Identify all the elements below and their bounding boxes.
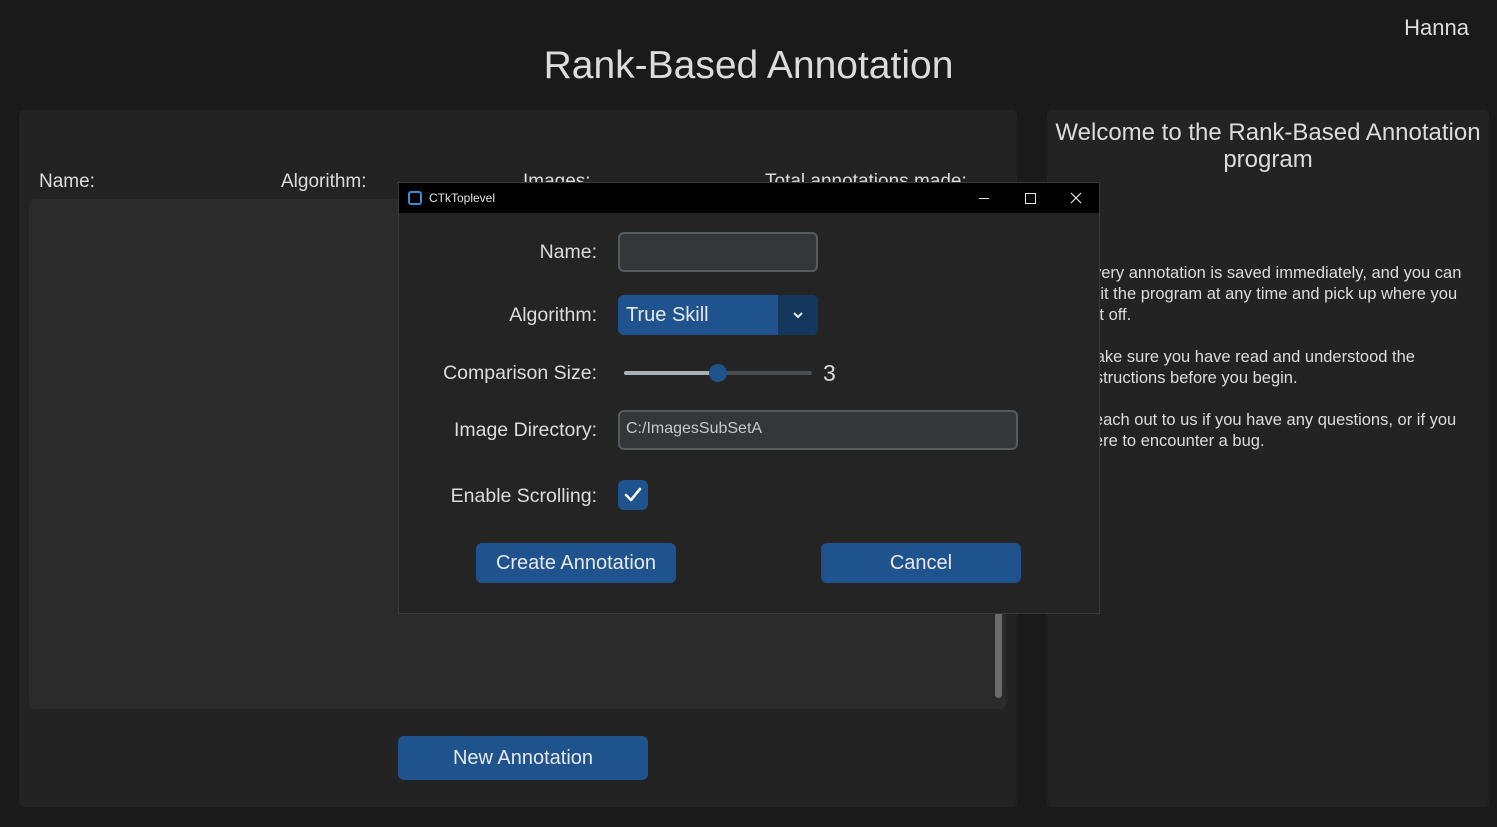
cancel-button[interactable]: Cancel (821, 543, 1021, 583)
comparison-size-slider[interactable] (624, 364, 812, 382)
chevron-down-icon[interactable] (778, 295, 818, 335)
column-header-name: Name: (39, 171, 95, 192)
welcome-title: Welcome to the Rank-Based Annotation pro… (1055, 119, 1481, 173)
info-paragraph: Reach out to us if you have any question… (1082, 411, 1457, 450)
maximize-icon[interactable] (1007, 183, 1053, 213)
new-annotation-button[interactable]: New Annotation (398, 736, 648, 780)
info-paragraph: Every annotation is saved immediately, a… (1082, 264, 1462, 324)
checkmark-icon (624, 487, 642, 502)
image-directory-label: Image Directory: (453, 419, 597, 441)
slider-handle[interactable] (709, 364, 727, 382)
dialog-window-title: CTkToplevel (429, 191, 496, 205)
enable-scrolling-label: Enable Scrolling: (450, 485, 597, 507)
algorithm-dropdown[interactable]: True Skill (618, 295, 818, 335)
app-window: Hanna Rank-Based Annotation Name: Algori… (0, 0, 1497, 827)
name-label: Name: (539, 241, 597, 263)
info-paragraph: Make sure you have read and understood t… (1082, 348, 1415, 387)
algorithm-label: Algorithm: (509, 304, 597, 326)
list-scrollbar[interactable] (995, 610, 1002, 698)
column-header-algorithm: Algorithm: (281, 171, 367, 192)
page-title: Rank-Based Annotation (543, 44, 954, 87)
name-input[interactable] (618, 232, 818, 272)
algorithm-selected-value: True Skill (626, 304, 709, 326)
slider-fill (624, 371, 718, 375)
comparison-size-value: 3 (823, 360, 836, 386)
welcome-panel: Welcome to the Rank-Based Annotation pro… (1047, 110, 1489, 807)
minimize-icon[interactable] (961, 183, 1007, 213)
image-directory-input[interactable]: C:/ImagesSubSetA (618, 410, 1018, 450)
dialog-titlebar[interactable]: CTkToplevel (399, 183, 1099, 213)
create-annotation-button[interactable]: Create Annotation (476, 543, 676, 583)
close-icon[interactable] (1053, 183, 1099, 213)
new-annotation-dialog: CTkToplevel Name: Algorithm: True Skill … (398, 182, 1100, 614)
comparison-size-label: Comparison Size: (443, 362, 597, 384)
app-icon (408, 191, 422, 205)
user-name: Hanna (1404, 15, 1469, 40)
enable-scrolling-checkbox[interactable] (618, 480, 648, 510)
